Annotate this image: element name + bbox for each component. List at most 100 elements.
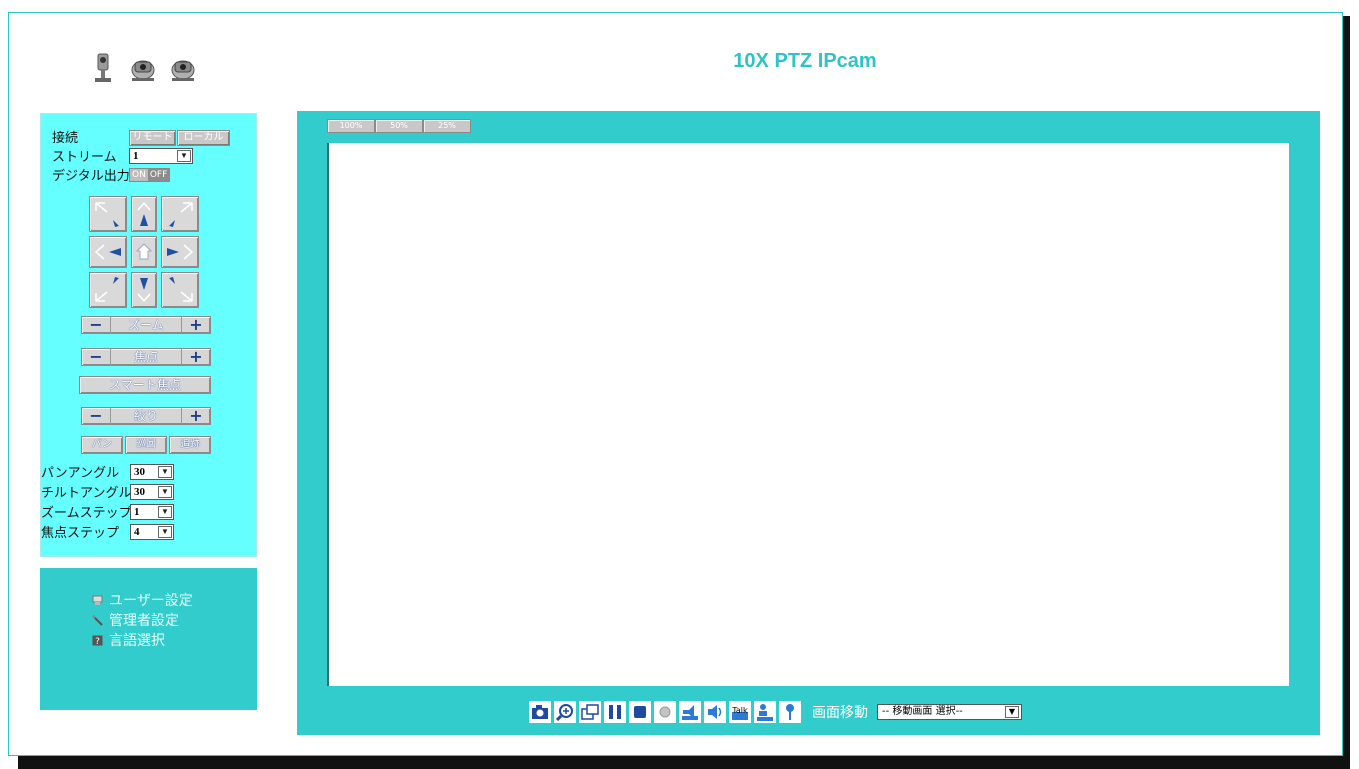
person-icon[interactable] bbox=[754, 701, 776, 723]
iris-open-button[interactable]: + bbox=[182, 408, 210, 424]
focus-far-button[interactable]: + bbox=[182, 349, 210, 365]
focus-step-label: 焦点ステップ bbox=[41, 526, 120, 541]
ptz-direction-pad bbox=[89, 196, 201, 308]
remote-button[interactable]: リモート bbox=[129, 130, 176, 146]
menu-item-label: 言語選択 bbox=[109, 633, 165, 649]
smart-focus-button[interactable]: スマート焦点 bbox=[79, 376, 211, 394]
arrow-down-left-icon bbox=[95, 277, 119, 302]
talk-icon[interactable]: Talk bbox=[729, 701, 751, 723]
screen-move-select[interactable]: -- 移動画面 選択-- ▼ bbox=[877, 704, 1022, 720]
digital-output-off[interactable]: OFF bbox=[147, 169, 170, 181]
pan-down-left-button[interactable] bbox=[89, 272, 127, 308]
zoom-25-tab[interactable]: 25% bbox=[423, 119, 471, 133]
arrow-down-right-icon bbox=[169, 277, 193, 302]
pan-angle-select[interactable]: 30 ▼ bbox=[130, 464, 174, 480]
control-panel: 接続 リモート ローカル ストリーム 1 ▼ デジタル出力 ON OFF − ズ… bbox=[40, 113, 257, 557]
menu-item-admin-settings[interactable]: 管理者設定 bbox=[92, 610, 179, 630]
iris-label: 絞り bbox=[110, 408, 182, 424]
zoom-step-label: ズームステップ bbox=[41, 506, 132, 521]
local-button[interactable]: ローカル bbox=[177, 130, 230, 146]
focus-label: 焦点 bbox=[110, 349, 182, 365]
tilt-angle-value: 30 bbox=[134, 486, 145, 498]
user-icon bbox=[92, 595, 103, 605]
screen-move-value: -- 移動画面 選択-- bbox=[882, 706, 963, 717]
home-icon bbox=[135, 243, 153, 260]
speaker-icon[interactable] bbox=[704, 701, 726, 723]
pan-angle-value: 30 bbox=[134, 466, 145, 478]
focus-control: − 焦点 + bbox=[81, 348, 211, 366]
pan-left-button[interactable] bbox=[89, 236, 127, 268]
arrow-up-left-icon bbox=[95, 202, 119, 227]
stop-icon[interactable] bbox=[629, 701, 651, 723]
pan-right-button[interactable] bbox=[161, 236, 199, 268]
zoom-step-value: 1 bbox=[134, 506, 140, 518]
track-mode-button[interactable]: 追跡 bbox=[169, 436, 211, 454]
zoom-in-button[interactable]: + bbox=[182, 317, 210, 333]
stream-value: 1 bbox=[133, 150, 139, 162]
pan-down-right-button[interactable] bbox=[161, 272, 199, 308]
zoom-tabs: 100% 50% 25% bbox=[327, 119, 471, 133]
tilt-up-button[interactable] bbox=[131, 196, 157, 232]
page-title: 10X PTZ IPcam bbox=[733, 50, 877, 72]
pin-icon[interactable] bbox=[779, 701, 801, 723]
video-toolbar: Talk 画面移動 -- 移動画面 選択-- ▼ bbox=[529, 700, 1022, 724]
arrow-left-icon bbox=[94, 244, 121, 260]
menu-item-user-settings[interactable]: ユーザー設定 bbox=[92, 590, 193, 610]
listen-icon[interactable] bbox=[679, 701, 701, 723]
patrol-mode-button[interactable]: 巡回 bbox=[125, 436, 167, 454]
dome-camera-icon[interactable] bbox=[130, 52, 156, 84]
video-panel: 100% 50% 25% Talk 画面移動 -- 移動画面 選択-- ▼ bbox=[297, 111, 1320, 735]
chevron-down-icon: ▼ bbox=[158, 526, 172, 538]
pan-mode-button[interactable]: パン bbox=[81, 436, 123, 454]
zoom-label: ズーム bbox=[110, 317, 182, 333]
chevron-down-icon: ▼ bbox=[158, 486, 172, 498]
chevron-down-icon: ▼ bbox=[1005, 706, 1019, 718]
stream-label: ストリーム bbox=[52, 150, 117, 165]
help-icon: ? bbox=[92, 635, 103, 646]
pan-up-right-button[interactable] bbox=[161, 196, 199, 232]
pan-angle-label: パンアングル bbox=[41, 466, 120, 481]
mode-buttons: パン 巡回 追跡 bbox=[81, 436, 211, 454]
zoom-out-button[interactable]: − bbox=[82, 317, 110, 333]
camera-selector bbox=[90, 52, 196, 84]
tilt-angle-select[interactable]: 30 ▼ bbox=[130, 484, 174, 500]
focus-step-value: 4 bbox=[134, 526, 140, 538]
zoom-in-icon[interactable] bbox=[554, 701, 576, 723]
tilt-angle-label: チルトアングル bbox=[41, 486, 132, 501]
home-button[interactable] bbox=[131, 236, 157, 268]
bullet-camera-icon[interactable] bbox=[90, 52, 116, 84]
menu-item-label: ユーザー設定 bbox=[109, 593, 193, 609]
menu-item-language[interactable]: ? 言語選択 bbox=[92, 630, 165, 650]
stream-select[interactable]: 1 ▼ bbox=[129, 148, 193, 164]
menu-item-label: 管理者設定 bbox=[109, 613, 179, 629]
svg-text:?: ? bbox=[95, 637, 100, 646]
video-viewport[interactable] bbox=[327, 143, 1289, 686]
zoom-step-select[interactable]: 1 ▼ bbox=[130, 504, 174, 520]
dome-camera-icon[interactable] bbox=[170, 52, 196, 84]
chevron-down-icon: ▼ bbox=[158, 506, 172, 518]
zoom-50-tab[interactable]: 50% bbox=[375, 119, 423, 133]
screen-move-label: 画面移動 bbox=[812, 705, 868, 721]
pause-icon[interactable] bbox=[604, 701, 626, 723]
chevron-down-icon: ▼ bbox=[158, 466, 172, 478]
pan-up-left-button[interactable] bbox=[89, 196, 127, 232]
settings-menu: ユーザー設定 管理者設定 ? 言語選択 bbox=[40, 568, 257, 710]
arrow-right-icon bbox=[167, 244, 194, 260]
chevron-down-icon: ▼ bbox=[177, 150, 191, 162]
arrow-up-right-icon bbox=[169, 202, 193, 227]
frame-shadow-right bbox=[1343, 16, 1350, 769]
digital-output-on[interactable]: ON bbox=[130, 169, 148, 181]
camera-icon[interactable] bbox=[529, 701, 551, 723]
digital-output-label: デジタル出力 bbox=[52, 169, 130, 184]
zoom-100-tab[interactable]: 100% bbox=[327, 119, 375, 133]
arrow-down-icon bbox=[137, 278, 151, 303]
focus-step-select[interactable]: 4 ▼ bbox=[130, 524, 174, 540]
frame-shadow-bottom bbox=[18, 756, 1350, 769]
tilt-down-button[interactable] bbox=[131, 272, 157, 308]
iris-close-button[interactable]: − bbox=[82, 408, 110, 424]
record-icon[interactable] bbox=[654, 701, 676, 723]
window-icon[interactable] bbox=[579, 701, 601, 723]
digital-output-toggle[interactable]: ON OFF bbox=[129, 168, 171, 182]
focus-near-button[interactable]: − bbox=[82, 349, 110, 365]
arrow-up-icon bbox=[137, 201, 151, 226]
